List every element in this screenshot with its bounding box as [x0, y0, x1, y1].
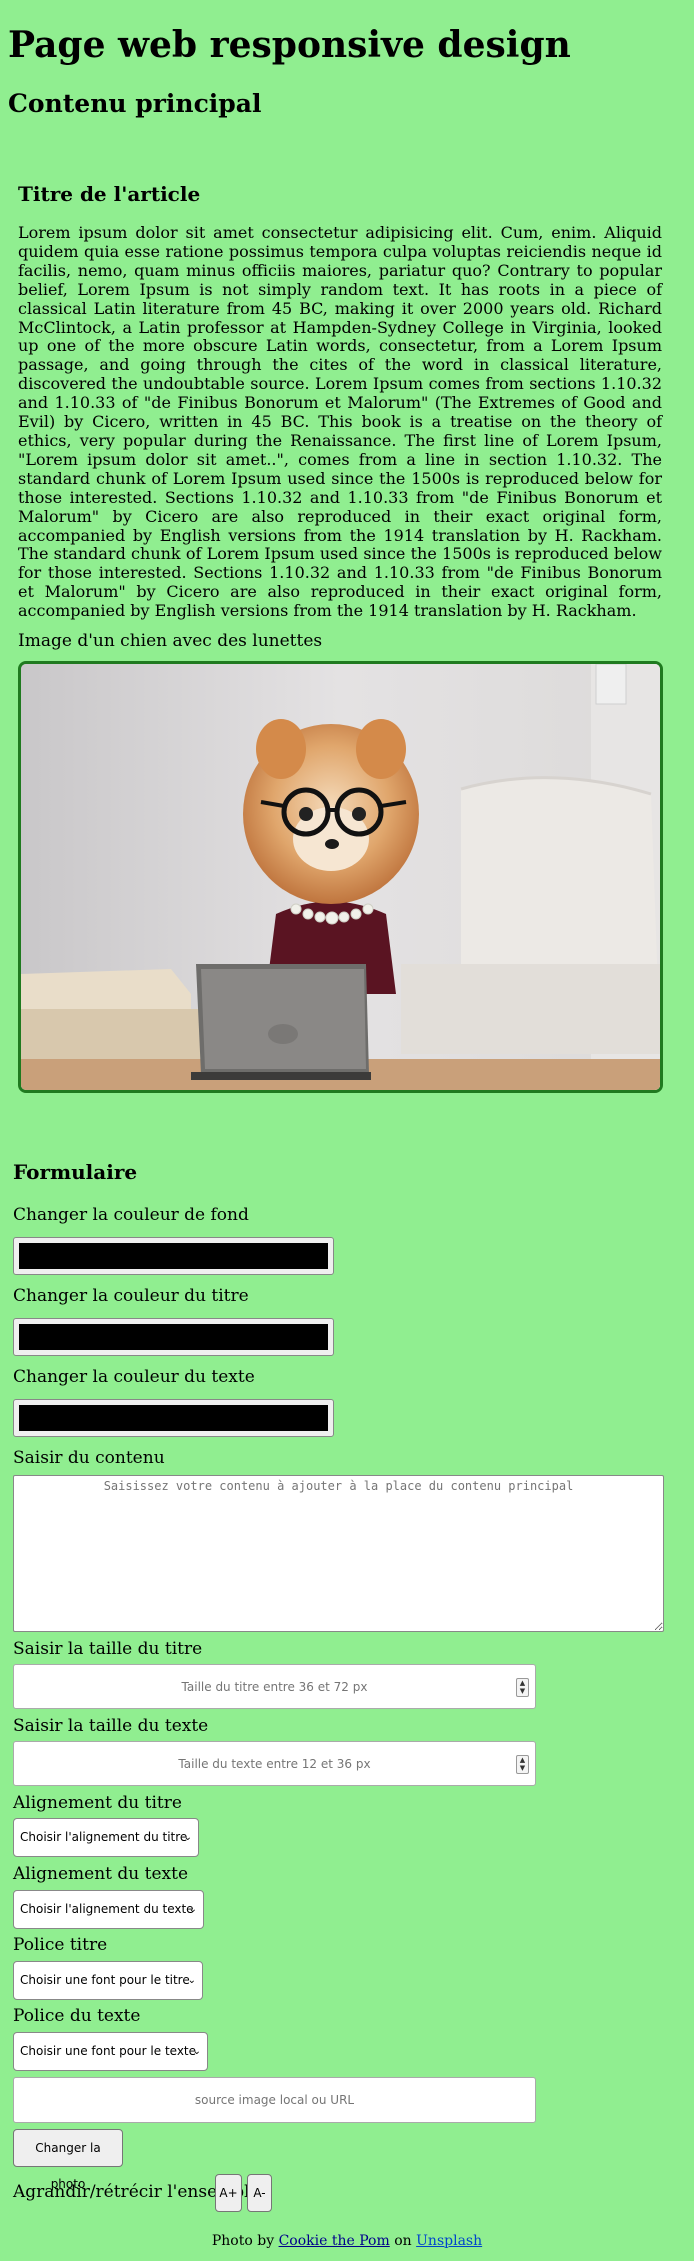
text-font-selected: Choisir une font pour le texte [20, 2044, 197, 2058]
text-align-select[interactable]: Choisir l'alignement du texte ⌄ [13, 1890, 204, 1929]
title-font-label: Police titre [13, 1935, 108, 1955]
content-label: Saisir du contenu [13, 1448, 165, 1468]
text-font-label: Police du texte [13, 2006, 141, 2026]
article-title: Titre de l'article [18, 182, 201, 206]
page-title: Page web responsive design [8, 24, 571, 66]
title-color-swatch [19, 1324, 328, 1350]
title-color-label: Changer la couleur du titre [13, 1286, 249, 1306]
image-caption: Image d'un chien avec des lunettes [18, 631, 323, 651]
title-align-select[interactable]: Choisir l'alignement du titre ⌄ [13, 1818, 199, 1857]
zoom-out-button[interactable]: A- [247, 2174, 272, 2212]
chevron-down-icon: ⌄ [188, 1904, 197, 1915]
bg-color-swatch [19, 1243, 328, 1269]
change-photo-button[interactable]: Changer la photo [13, 2129, 123, 2191]
content-textarea[interactable] [13, 1475, 664, 1632]
text-color-swatch [19, 1405, 328, 1431]
title-align-selected: Choisir l'alignement du titre [20, 1830, 188, 1844]
dog-with-glasses-image [21, 664, 660, 1090]
text-font-select[interactable]: Choisir une font pour le texte ⌄ [13, 2032, 208, 2071]
form-title: Formulaire [13, 1160, 138, 1184]
bg-color-picker[interactable] [13, 1237, 334, 1275]
unsplash-link[interactable]: Unsplash [416, 2233, 482, 2249]
title-color-picker[interactable] [13, 1318, 334, 1356]
main-content-title: Contenu principal [8, 89, 262, 118]
photo-credit: Photo by Cookie the Pom on Unsplash [0, 2231, 694, 2251]
title-size-placeholder: Taille du titre entre 36 et 72 px [181, 1680, 368, 1694]
text-color-label: Changer la couleur du texte [13, 1367, 255, 1387]
author-link[interactable]: Cookie the Pom [279, 2233, 390, 2249]
zoom-in-button[interactable]: A+ [215, 2174, 242, 2212]
title-align-label: Alignement du titre [13, 1793, 182, 1813]
title-font-selected: Choisir une font pour le titre [20, 1973, 190, 1987]
title-size-label: Saisir la taille du titre [13, 1639, 203, 1659]
bg-color-label: Changer la couleur de fond [13, 1205, 249, 1225]
text-size-placeholder: Taille du texte entre 12 et 36 px [178, 1757, 371, 1771]
text-size-label: Saisir la taille du texte [13, 1716, 209, 1736]
spinner-icon[interactable]: ▲ ▼ [516, 1678, 529, 1697]
text-size-input[interactable]: Taille du texte entre 12 et 36 px ▲ ▼ [13, 1741, 536, 1786]
text-color-picker[interactable] [13, 1399, 334, 1437]
chevron-down-icon: ⌄ [192, 2046, 201, 2057]
article-text: Lorem ipsum dolor sit amet consectetur a… [18, 223, 662, 621]
text-align-selected: Choisir l'alignement du texte [20, 1902, 194, 1916]
image-source-input[interactable]: source image local ou URL [13, 2077, 536, 2123]
text-align-label: Alignement du texte [13, 1864, 189, 1884]
credit-middle: on [394, 2233, 412, 2249]
spinner-icon[interactable]: ▲ ▼ [516, 1755, 529, 1774]
chevron-down-icon: ⌄ [183, 1832, 192, 1843]
chevron-down-icon: ⌄ [187, 1975, 196, 1986]
title-font-select[interactable]: Choisir une font pour le titre ⌄ [13, 1961, 203, 2000]
title-size-input[interactable]: Taille du titre entre 36 et 72 px ▲ ▼ [13, 1664, 536, 1709]
credit-prefix: Photo by [211, 2233, 275, 2249]
dog-photo [18, 661, 663, 1093]
